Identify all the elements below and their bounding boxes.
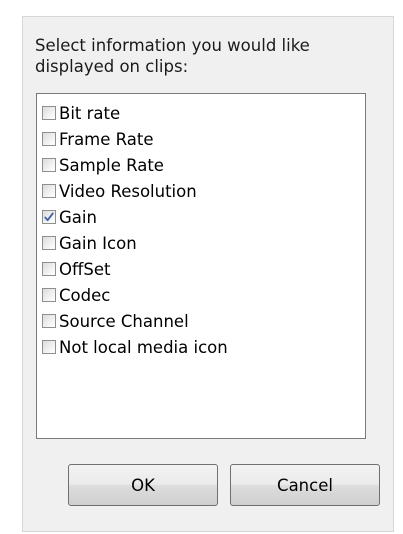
- option-codec[interactable]: Codec: [42, 282, 110, 308]
- dialog-prompt: Select information you would like displa…: [35, 36, 310, 76]
- option-sample-rate[interactable]: Sample Rate: [42, 152, 164, 178]
- option-label: Source Channel: [59, 311, 189, 331]
- option-label: Not local media icon: [59, 337, 228, 357]
- option-label: Codec: [59, 285, 111, 305]
- checkbox[interactable]: [42, 288, 56, 302]
- checkbox[interactable]: [42, 106, 56, 120]
- checkbox[interactable]: [42, 340, 56, 354]
- option-not-local-media-icon[interactable]: Not local media icon: [42, 334, 228, 360]
- checkbox[interactable]: [42, 236, 56, 250]
- option-frame-rate[interactable]: Frame Rate: [42, 126, 154, 152]
- option-video-resolution[interactable]: Video Resolution: [42, 178, 197, 204]
- ok-button[interactable]: OK: [68, 464, 218, 506]
- check-mark-icon: [44, 212, 54, 222]
- option-gain-icon[interactable]: Gain Icon: [42, 230, 137, 256]
- option-label: Sample Rate: [59, 155, 164, 175]
- option-label: Video Resolution: [59, 181, 197, 201]
- checkbox[interactable]: [42, 262, 56, 276]
- clip-info-dialog: Select information you would like displa…: [22, 16, 394, 532]
- option-label: Frame Rate: [59, 129, 154, 149]
- option-bit-rate[interactable]: Bit rate: [42, 100, 120, 126]
- checkbox-checked[interactable]: [42, 210, 56, 224]
- cancel-button[interactable]: Cancel: [230, 464, 380, 506]
- checkbox[interactable]: [42, 132, 56, 146]
- checkbox[interactable]: [42, 158, 56, 172]
- option-label: OffSet: [59, 259, 111, 279]
- checkbox[interactable]: [42, 314, 56, 328]
- option-label: Bit rate: [59, 103, 121, 123]
- options-listbox[interactable]: Bit rate Frame Rate Sample Rate Video Re…: [36, 93, 366, 439]
- option-label: Gain Icon: [59, 233, 137, 253]
- option-source-channel[interactable]: Source Channel: [42, 308, 189, 334]
- option-label: Gain: [59, 207, 97, 227]
- checkbox[interactable]: [42, 184, 56, 198]
- option-offset[interactable]: OffSet: [42, 256, 110, 282]
- option-gain[interactable]: Gain: [42, 204, 97, 230]
